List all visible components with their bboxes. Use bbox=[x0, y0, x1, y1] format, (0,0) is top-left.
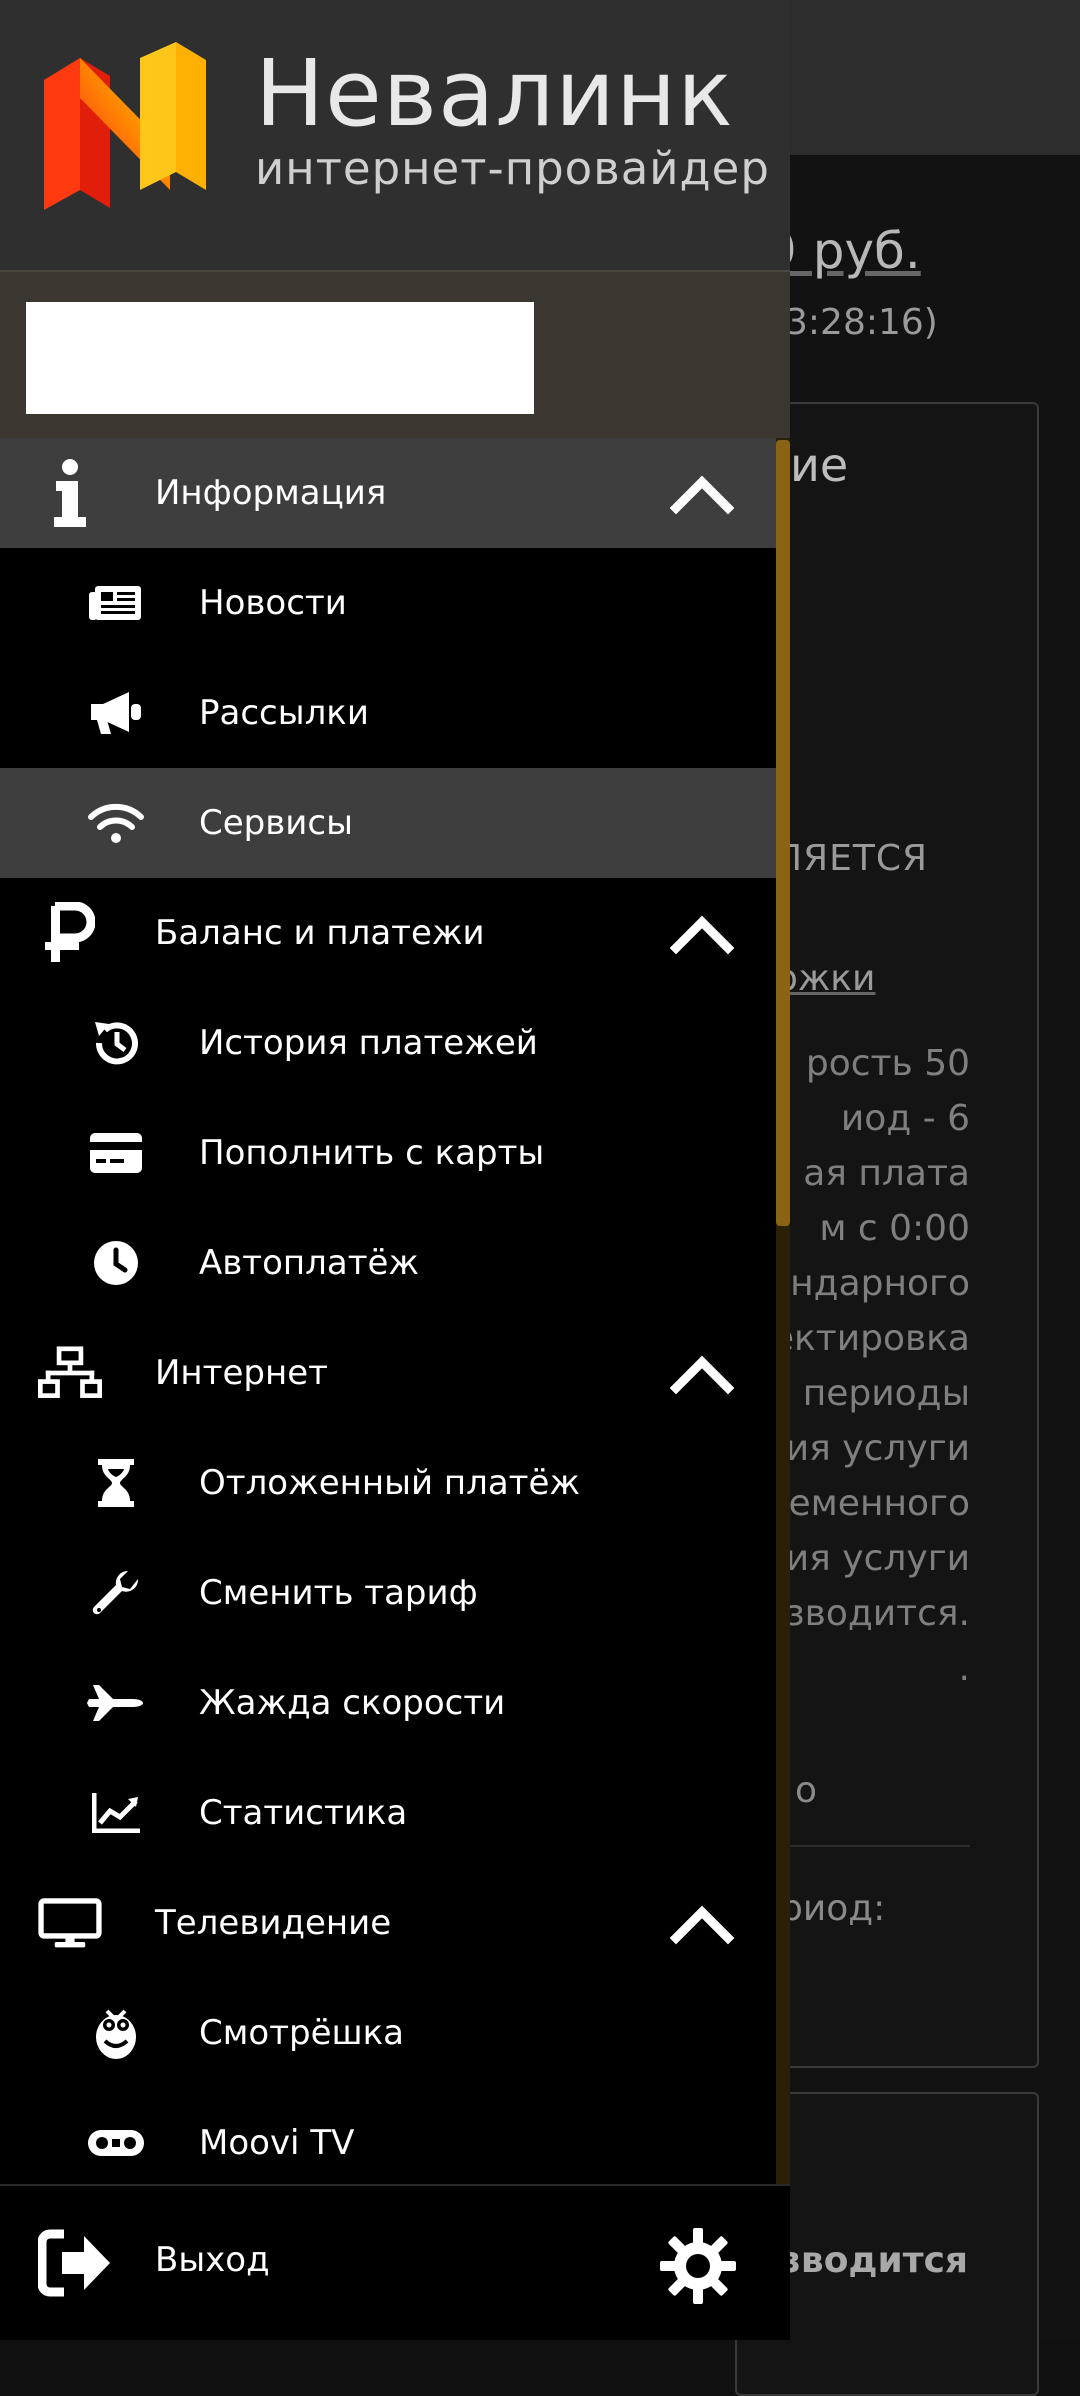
menu-item-moovi-tv[interactable]: Moovi TV bbox=[0, 2088, 776, 2198]
jet-icon bbox=[84, 1671, 148, 1735]
brand-tagline: интернет-провайдер bbox=[255, 142, 770, 195]
menu-section-label: Информация bbox=[155, 473, 387, 513]
menu-item-label: Жажда скорости bbox=[199, 1683, 506, 1723]
tariff-small-text: о bbox=[795, 1770, 818, 1811]
balance-timestamp: 3:28:16) bbox=[785, 302, 938, 343]
megaphone-icon bbox=[84, 681, 148, 745]
history-icon bbox=[84, 1011, 148, 1075]
chevron-up-icon[interactable] bbox=[670, 908, 734, 958]
menu-item-smotreshka[interactable]: Смотрёшка bbox=[0, 1978, 776, 2088]
moovi-icon bbox=[84, 2111, 148, 2175]
menu-item-services[interactable]: Сервисы bbox=[0, 768, 776, 878]
newspaper-icon bbox=[84, 571, 148, 635]
menu-section-label: Интернет bbox=[155, 1353, 328, 1393]
chevron-up-icon[interactable] bbox=[670, 468, 734, 518]
nevalink-logo-icon bbox=[44, 42, 206, 210]
credit-card-icon bbox=[84, 1121, 148, 1185]
tariff-link[interactable]: ржки bbox=[775, 958, 875, 999]
menu-item-label: История платежей bbox=[199, 1023, 538, 1063]
menu-section-tv[interactable]: Телевидение bbox=[0, 1868, 776, 1978]
drawer-header: Невалинк интернет-провайдер bbox=[0, 0, 790, 270]
info-icon bbox=[38, 459, 102, 527]
menu-item-label: Рассылки bbox=[199, 693, 369, 733]
drawer-footer: Выход bbox=[0, 2184, 790, 2340]
brand-name: Невалинк bbox=[255, 40, 734, 147]
chevron-up-icon[interactable] bbox=[670, 1898, 734, 1948]
hourglass-icon bbox=[84, 1451, 148, 1515]
menu-item-mailings[interactable]: Рассылки bbox=[0, 658, 776, 768]
chart-icon bbox=[84, 1781, 148, 1845]
tariff-description: рость 50 иод - 6 ая плата м с 0:00 ендар… bbox=[768, 1043, 970, 1689]
drawer-menu: Информация Новости Рассылки Сервисы Бала… bbox=[0, 438, 776, 2198]
menu-item-news[interactable]: Новости bbox=[0, 548, 776, 658]
wrench-icon bbox=[84, 1561, 148, 1625]
menu-item-topup-card[interactable]: Пополнить с карты bbox=[0, 1098, 776, 1208]
wifi-icon bbox=[84, 791, 148, 855]
menu-item-label: Сервисы bbox=[199, 803, 353, 843]
menu-section-information[interactable]: Информация bbox=[0, 438, 776, 548]
menu-item-statistics[interactable]: Статистика bbox=[0, 1758, 776, 1868]
menu-scrollbar-thumb[interactable] bbox=[776, 440, 790, 1226]
monitor-icon bbox=[38, 1891, 102, 1955]
smotreshka-icon bbox=[84, 2001, 148, 2065]
menu-item-change-tariff[interactable]: Сменить тариф bbox=[0, 1538, 776, 1648]
menu-item-label: Пополнить с карты bbox=[199, 1133, 545, 1173]
tariff-period-label: риод: bbox=[780, 1888, 886, 1929]
menu-item-payment-history[interactable]: История платежей bbox=[0, 988, 776, 1098]
ruble-icon bbox=[38, 901, 102, 965]
tariff-card-title: ие bbox=[790, 438, 849, 492]
secondary-card-text: зводится bbox=[780, 2240, 969, 2281]
menu-item-label: Moovi TV bbox=[199, 2123, 355, 2163]
menu-item-deferred-payment[interactable]: Отложенный платёж bbox=[0, 1428, 776, 1538]
menu-item-label: Сменить тариф bbox=[199, 1573, 478, 1613]
menu-section-label: Баланс и платежи bbox=[155, 913, 485, 953]
divider bbox=[780, 1845, 970, 1847]
menu-item-label: Новости bbox=[199, 583, 347, 623]
user-panel bbox=[0, 270, 790, 440]
menu-item-label: Статистика bbox=[199, 1793, 408, 1833]
navigation-drawer: Невалинк интернет-провайдер Информация Н… bbox=[0, 0, 790, 2340]
menu-section-label: Телевидение bbox=[155, 1903, 392, 1943]
user-account-box[interactable] bbox=[26, 302, 534, 414]
menu-item-speed-thirst[interactable]: Жажда скорости bbox=[0, 1648, 776, 1758]
network-icon bbox=[38, 1341, 102, 1405]
chevron-up-icon[interactable] bbox=[670, 1348, 734, 1398]
menu-item-autopay[interactable]: Автоплатёж bbox=[0, 1208, 776, 1318]
logout-icon bbox=[38, 2229, 110, 2297]
tariff-status: ЛЯЕТСЯ bbox=[775, 838, 928, 879]
menu-item-label: Смотрёшка bbox=[199, 2013, 404, 2053]
menu-section-balance[interactable]: Баланс и платежи bbox=[0, 878, 776, 988]
menu-item-label: Автоплатёж bbox=[199, 1243, 420, 1283]
menu-section-internet[interactable]: Интернет bbox=[0, 1318, 776, 1428]
gear-icon[interactable] bbox=[660, 2228, 736, 2304]
logout-label: Выход bbox=[155, 2240, 270, 2280]
clock-icon bbox=[84, 1231, 148, 1295]
menu-item-label: Отложенный платёж bbox=[199, 1463, 581, 1503]
